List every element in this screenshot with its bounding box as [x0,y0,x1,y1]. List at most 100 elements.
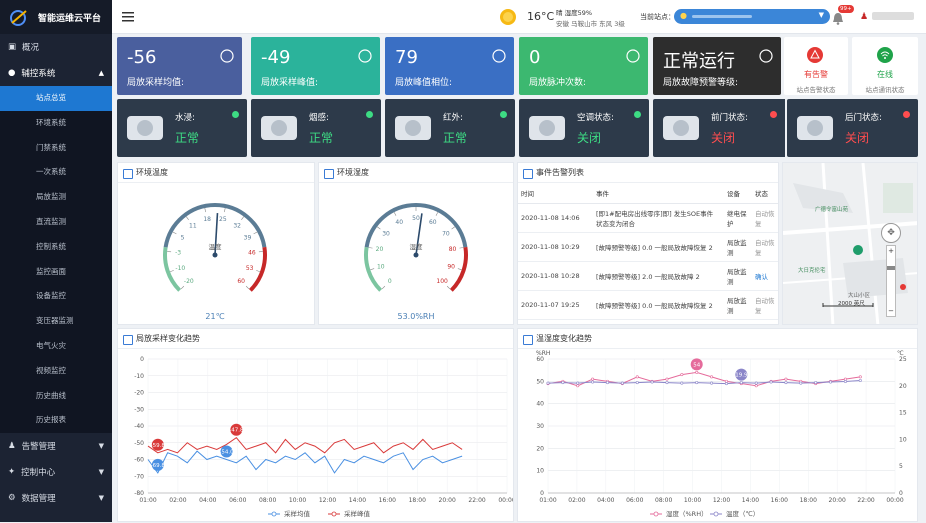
alarm-status-card[interactable]: 有告警 站点告警状态 [784,37,848,95]
poi-marker-icon[interactable] [900,284,906,290]
app-title: 智能运维云平台 [38,11,101,24]
gauge-value: 21℃ [205,312,224,321]
site-map[interactable]: 广德令富山苑 大日克伦宅 大山小区 2000 英尺 ✥ + − [782,162,918,325]
menu-data[interactable]: ⚙ 数据管理 ▼ [0,485,112,511]
app-logo[interactable]: 智能运维云平台 [0,0,112,34]
stat-card[interactable]: -49局放采样峰值: [251,37,380,95]
y-tick-label: 50 [536,378,544,385]
legend-label[interactable]: 温度（℃） [726,509,759,518]
gamepad-icon: ✦ [8,467,15,477]
submenu-item[interactable]: 视频监控 [0,359,112,384]
gauge-tick-label: 32 [233,222,241,229]
submenu-item[interactable]: 环境系统 [0,111,112,136]
gauge-tick [377,227,380,229]
submenu-item[interactable]: 监控画面 [0,260,112,285]
menu-alarm[interactable]: ♟ 告警管理 ▼ [0,433,112,459]
stat-card[interactable]: 0局放脉冲次数: [519,37,648,95]
table-row[interactable]: 2020-11-08 10:29[故障预警等级] 0.0 一般局放故障恢复 2局… [518,232,778,261]
legend-label[interactable]: 采样均值 [284,509,311,518]
x-tick-label: 20:00 [829,497,846,504]
sensor-card[interactable]: 水浸:正常 [117,99,247,157]
map-zoom-slider[interactable]: + − [886,245,896,317]
comm-status-card[interactable]: 在线 站点通讯状态 [852,37,918,95]
gauge-tick [246,286,249,289]
gauge-tick-label: 80 [449,246,457,253]
submenu-item[interactable]: 局放监测 [0,185,112,210]
x-tick-label: 14:00 [349,497,366,504]
warning-icon [807,47,823,63]
dashboard: -56局放采样均值:-49局放采样峰值:79局放峰值相位:0局放脉冲次数:正常运… [112,34,926,522]
submenu-item[interactable]: 历史报表 [0,408,112,433]
submenu-item[interactable]: 设备监控 [0,284,112,309]
user-name[interactable] [872,12,914,20]
bell-icon[interactable] [832,12,844,25]
stat-card[interactable]: 79局放峰值相位: [385,37,514,95]
x-tick-label: 14:00 [742,497,759,504]
table-row[interactable]: 2020-11-08 10:28[故障预警等级] 2.0 一般局放故障 2局放监… [518,261,778,290]
menu-aux-control[interactable]: ● 辅控系统 ▲ [0,60,112,86]
user-avatar-icon[interactable]: ♟ [860,12,868,22]
series-point [666,381,668,383]
series-point [755,382,757,384]
menu-toggle-icon[interactable] [122,12,134,22]
stat-card[interactable]: -56局放采样均值: [117,37,242,95]
sensor-device-icon [123,108,167,148]
menu-overview[interactable]: ▣ 概况 [0,34,112,60]
legend-marker [714,512,718,516]
gauge-tick [452,227,455,229]
series-point [666,378,668,380]
gauge-tick [394,212,396,216]
stat-card[interactable]: 正常运行局放故障预警等级: [653,37,781,95]
submenu-item[interactable]: 电气火灾 [0,334,112,359]
site-selector[interactable]: ● ▼ [674,9,830,24]
event-device: 局放监测 [724,232,752,261]
sensor-card[interactable]: 后门状态:关闭 [787,99,918,157]
table-row[interactable]: 2020-11-08 14:06[即1#配电房出线零序]即] 发生SOE事件 状… [518,203,778,232]
submenu-item[interactable]: 变压器监测 [0,309,112,334]
submenu-item[interactable]: 站点总览 [0,86,112,111]
x-tick-label: 12:00 [319,497,336,504]
gauge-tick [382,286,385,289]
temp-gauge-title: 环境温度 [118,163,314,183]
event-status[interactable]: 确认 [752,261,778,290]
legend-label[interactable]: 采样峰值 [344,509,371,518]
site-label: 当前站点： [640,12,675,22]
sensor-card[interactable]: 红外:正常 [385,99,515,157]
gauge-tick-label: 5 [181,234,185,241]
th-trend-panel: 温湿度变化趋势 0102030405060051015202501:0002:0… [517,328,918,522]
y-tick-label: 60 [536,356,544,363]
site-marker-icon[interactable] [853,245,863,255]
sensor-card[interactable]: 烟感:正常 [251,99,381,157]
submenu-item[interactable]: 历史曲线 [0,384,112,409]
sensor-card[interactable]: 空调状态:关闭 [519,99,649,157]
y-axis-label: %RH [536,350,550,357]
table-row[interactable]: 2020-11-07 19:25[故障预警等级] 0.0 一般局放故障恢复 2局… [518,290,778,319]
submenu-item[interactable]: 控制系统 [0,235,112,260]
zoom-handle[interactable] [887,266,895,270]
menu-control-center[interactable]: ✦ 控制中心 ▼ [0,459,112,485]
event-device: 局放监测 [724,290,752,319]
event-table: 时间 事件 设备 状态 2020-11-08 14:06[即1#配电房出线零序]… [518,183,778,320]
annotation-label: 54 [693,362,700,368]
submenu-item[interactable]: 一次系统 [0,160,112,185]
legend-label[interactable]: 湿度（%RH） [666,509,708,518]
sensor-card[interactable]: 前门状态:关闭 [653,99,785,157]
logo-icon [8,8,32,26]
y-tick-label: -40 [134,423,144,430]
gauge-value: 53.0%RH [398,312,435,321]
monitor-icon: ▣ [8,42,16,52]
zoom-in-icon[interactable]: + [887,246,895,256]
gauge-tick-label: 60 [429,219,437,226]
status-dot [500,111,507,118]
series-point [859,379,861,381]
sensor-device-icon [257,108,301,148]
stat-label: 局放采样峰值: [261,75,318,88]
event-desc: [故障预警等级] 0.0 一般局放故障恢复 2 [593,232,724,261]
stat-icon [759,49,773,63]
zoom-out-icon[interactable]: − [887,306,895,316]
gauge-tick-label: -20 [184,278,194,285]
submenu-item[interactable]: 直流监测 [0,210,112,235]
submenu-item[interactable]: 门禁系统 [0,136,112,161]
map-pan-control[interactable]: ✥ [881,223,901,243]
gauge-tick-label: 20 [376,246,384,253]
